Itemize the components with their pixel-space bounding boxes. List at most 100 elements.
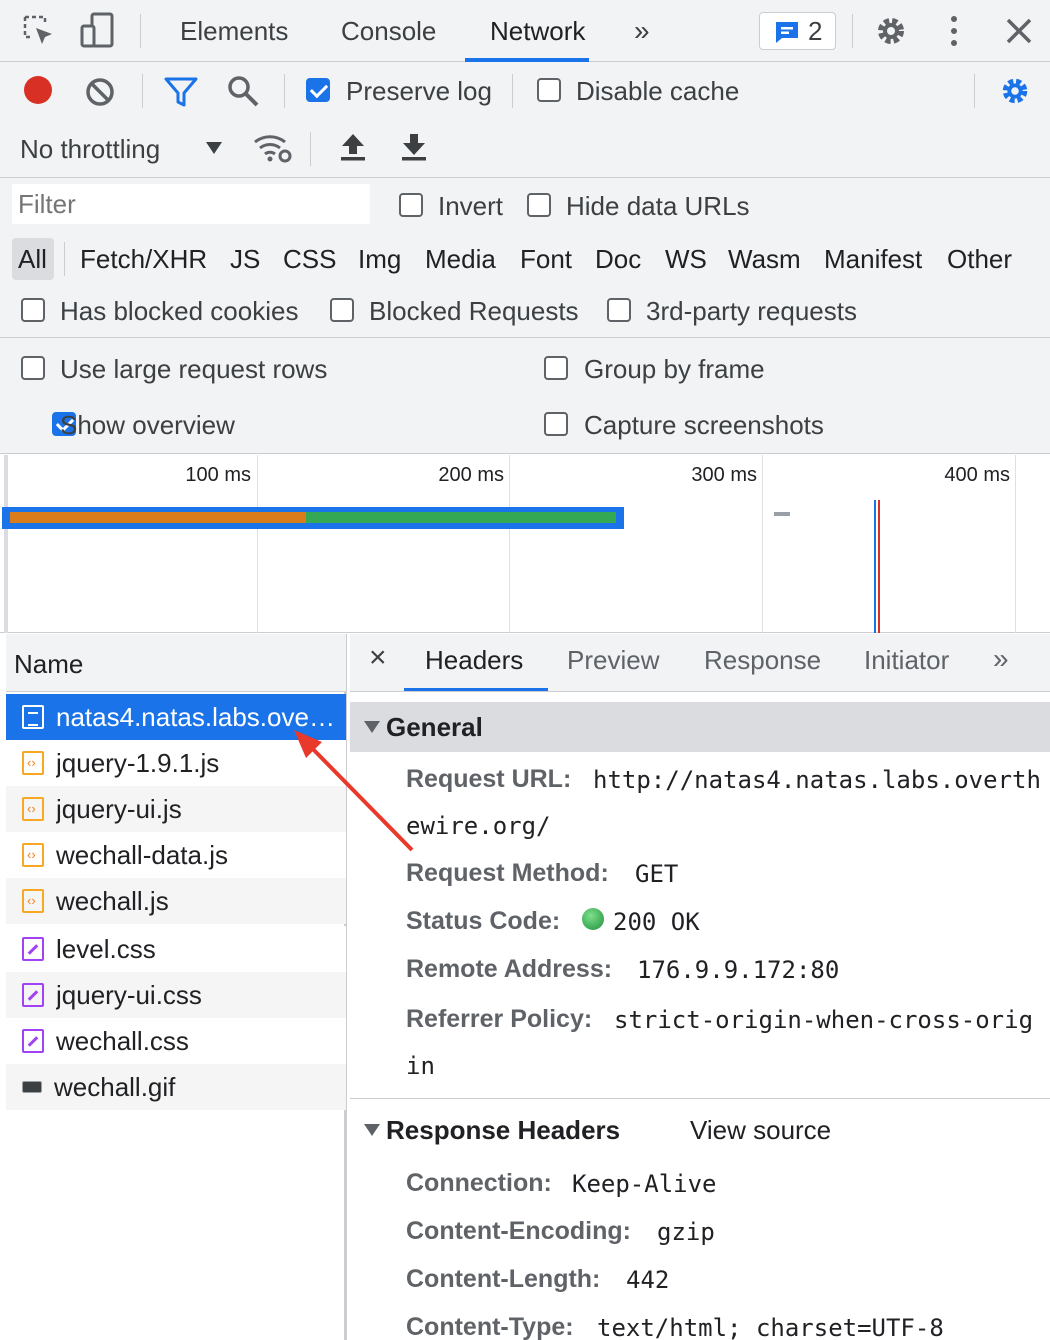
has-blocked-cookies-checkbox[interactable] xyxy=(21,298,45,322)
type-filter-media[interactable]: Media xyxy=(425,240,496,278)
document-file-icon xyxy=(22,705,44,729)
content-type-label: Content-Type: xyxy=(406,1313,574,1340)
large-rows-checkbox[interactable] xyxy=(21,356,45,380)
request-row[interactable]: wechall.css xyxy=(6,1018,346,1064)
type-filter-doc[interactable]: Doc xyxy=(595,240,641,278)
connection-label: Connection: xyxy=(406,1169,552,1197)
blocked-requests-label: Blocked Requests xyxy=(369,296,579,326)
request-row[interactable]: level.css xyxy=(6,926,346,972)
invert-label: Invert xyxy=(438,191,504,221)
remote-address-value: 176.9.9.172:80 xyxy=(637,956,840,984)
toolbar-separator xyxy=(142,74,143,108)
import-har-upload-icon[interactable] xyxy=(340,132,366,162)
close-devtools-icon[interactable] xyxy=(1004,16,1034,46)
type-filter-other[interactable]: Other xyxy=(947,240,1012,278)
tab-preview[interactable]: Preview xyxy=(567,645,659,676)
inspect-element-icon[interactable] xyxy=(22,14,56,48)
throttling-select[interactable]: No throttling xyxy=(20,134,160,165)
dom-content-loaded-marker xyxy=(874,500,876,633)
request-row[interactable]: jquery-ui.css xyxy=(6,972,346,1018)
tab-console[interactable]: Console xyxy=(341,0,436,62)
stylesheet-file-icon xyxy=(22,937,44,961)
type-filter-fetch-xhr[interactable]: Fetch/XHR xyxy=(80,240,207,278)
preserve-log-checkbox[interactable] xyxy=(306,78,330,102)
third-party-requests-checkbox[interactable] xyxy=(607,298,631,322)
type-filter-all[interactable]: All xyxy=(18,240,47,278)
tab-initiator[interactable]: Initiator xyxy=(864,645,949,676)
type-filter-css[interactable]: CSS xyxy=(283,240,336,278)
response-headers-title[interactable]: Response Headers xyxy=(386,1115,620,1146)
request-url-value-cont: ewire.org/ xyxy=(406,812,551,840)
request-row[interactable]: wechall.js xyxy=(6,878,346,924)
content-type-value: text/html; charset=UTF-8 xyxy=(597,1314,944,1340)
overview-small-request-bar xyxy=(774,512,790,516)
settings-gear-icon[interactable] xyxy=(873,13,909,49)
status-code-value: 200 OK xyxy=(613,908,700,936)
disable-cache-label: Disable cache xyxy=(576,76,740,106)
issues-badge-button[interactable]: 2 xyxy=(759,12,836,50)
status-ok-dot-icon xyxy=(582,908,604,930)
blocked-requests-checkbox[interactable] xyxy=(330,298,354,322)
overview-waiting-bar xyxy=(10,512,306,523)
tab-headers[interactable]: Headers xyxy=(425,645,523,676)
tab-separator xyxy=(140,14,141,48)
group-by-frame-checkbox[interactable] xyxy=(544,356,568,380)
record-icon[interactable] xyxy=(24,76,52,104)
view-source-link[interactable]: View source xyxy=(690,1115,831,1146)
referrer-policy-value-cont: in xyxy=(406,1052,435,1080)
request-url-value: http://natas4.natas.labs.overth xyxy=(593,766,1041,794)
type-filter-js[interactable]: JS xyxy=(230,240,260,278)
script-file-icon xyxy=(22,797,44,821)
network-conditions-wifi-icon[interactable] xyxy=(252,130,292,164)
device-toolbar-icon[interactable] xyxy=(80,12,116,50)
clear-icon[interactable] xyxy=(84,76,116,108)
export-har-download-icon[interactable] xyxy=(401,132,427,162)
capture-screenshots-label: Capture screenshots xyxy=(584,410,824,440)
referrer-policy-label: Referrer Policy: xyxy=(406,1005,593,1033)
overview-tick-label: 400 ms xyxy=(944,464,1010,486)
tab-network[interactable]: Network xyxy=(490,0,585,62)
request-row[interactable]: wechall.gif xyxy=(6,1064,346,1110)
tab-elements[interactable]: Elements xyxy=(180,0,288,62)
filter-funnel-icon[interactable] xyxy=(164,76,198,108)
type-filter-wasm[interactable]: Wasm xyxy=(728,240,801,278)
search-icon[interactable] xyxy=(226,74,260,108)
network-toolbar xyxy=(0,62,1050,120)
overview-gridline xyxy=(509,455,510,633)
network-settings-gear-icon[interactable] xyxy=(998,74,1032,108)
close-details-icon[interactable]: × xyxy=(369,641,387,675)
type-filter-font[interactable]: Font xyxy=(520,240,572,278)
toolbar-separator xyxy=(974,74,975,108)
has-blocked-cookies-label: Has blocked cookies xyxy=(60,296,299,326)
image-file-icon xyxy=(22,1081,42,1093)
content-encoding-label: Content-Encoding: xyxy=(406,1217,631,1245)
filter-input[interactable] xyxy=(12,184,370,224)
toolbar-separator xyxy=(512,74,513,108)
type-filter-img[interactable]: Img xyxy=(358,240,401,278)
name-column-header[interactable]: Name xyxy=(6,634,346,692)
issues-count: 2 xyxy=(808,15,823,46)
invert-checkbox[interactable] xyxy=(399,193,423,217)
more-details-tabs-icon[interactable]: » xyxy=(993,643,1009,675)
overview-tick-label: 200 ms xyxy=(438,464,504,486)
preserve-log-label: Preserve log xyxy=(346,76,492,106)
tab-response[interactable]: Response xyxy=(704,645,821,676)
active-details-tab-indicator xyxy=(404,688,548,691)
chevron-down-icon[interactable] xyxy=(206,142,222,154)
request-name: jquery-ui.css xyxy=(56,979,202,1010)
referrer-policy-value: strict-origin-when-cross-orig xyxy=(614,1006,1034,1034)
more-tabs-icon[interactable]: » xyxy=(634,0,650,62)
overview-left-handle[interactable] xyxy=(4,455,8,633)
type-filter-ws[interactable]: WS xyxy=(665,240,707,278)
type-filter-manifest[interactable]: Manifest xyxy=(824,240,922,278)
disable-cache-checkbox[interactable] xyxy=(537,78,561,102)
status-code-label: Status Code: xyxy=(406,907,561,935)
remote-address-label: Remote Address: xyxy=(406,955,613,983)
capture-screenshots-checkbox[interactable] xyxy=(544,412,568,436)
hide-data-urls-label: Hide data URLs xyxy=(566,191,750,221)
hide-data-urls-checkbox[interactable] xyxy=(527,193,551,217)
more-options-icon[interactable] xyxy=(946,14,962,48)
request-name: wechall.gif xyxy=(54,1071,176,1102)
request-method-label: Request Method: xyxy=(406,859,609,887)
overview-download-bar xyxy=(306,512,616,523)
